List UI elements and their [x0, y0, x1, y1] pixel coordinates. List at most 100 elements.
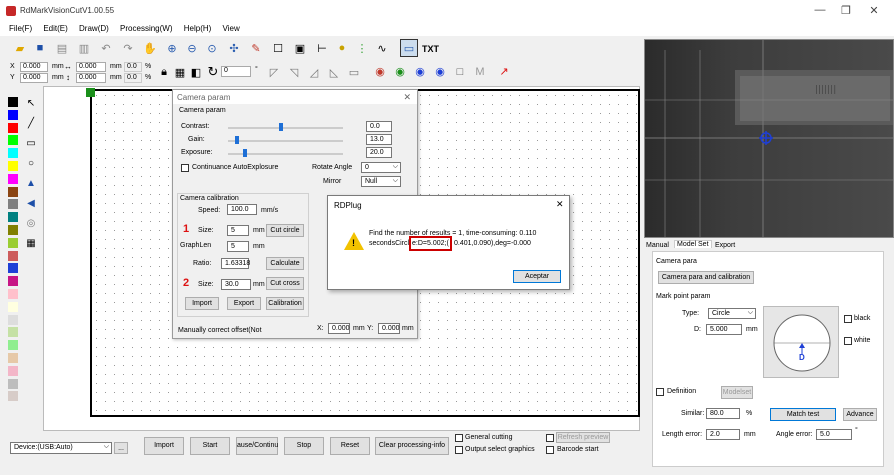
close-button[interactable]: ✕ — [864, 4, 884, 17]
export-icon[interactable]: ▥ — [76, 40, 92, 56]
white-checkbox[interactable] — [844, 337, 852, 345]
color-swatch[interactable] — [8, 160, 18, 171]
zoom-in-icon[interactable]: ⊕ — [164, 40, 180, 56]
exposure-slider-thumb[interactable] — [243, 149, 247, 157]
color-swatch[interactable] — [8, 148, 18, 159]
gain-slider-thumb[interactable] — [235, 136, 239, 144]
color-swatch[interactable] — [8, 340, 18, 351]
contrast-slider-thumb[interactable] — [279, 123, 283, 131]
rotate-angle-select[interactable]: 0 — [361, 162, 401, 173]
y-position-input[interactable]: 0.000 — [20, 73, 48, 83]
bulb-icon[interactable]: ● — [334, 40, 350, 56]
tab-export[interactable]: Export — [715, 242, 735, 249]
color-swatch[interactable] — [8, 365, 18, 376]
mark-red-icon[interactable]: ◉ — [372, 63, 388, 79]
cut-circle-button[interactable]: Cut circle — [266, 224, 304, 237]
rdplug-close-icon[interactable]: ✕ — [556, 199, 564, 210]
grid-icon[interactable]: ▦ — [172, 64, 188, 80]
ratio-input[interactable]: 1.63318 — [221, 258, 250, 269]
align-left-icon[interactable]: ◸ — [266, 64, 282, 80]
menu-view[interactable]: View — [223, 24, 240, 33]
mirror-icon[interactable]: ◧ — [188, 64, 204, 80]
align-right-icon[interactable]: ◹ — [286, 64, 302, 80]
gain-slider[interactable] — [228, 140, 343, 142]
rectangle-tool-icon[interactable]: ▭ — [24, 136, 38, 150]
split-icon[interactable]: ⋮ — [354, 40, 370, 56]
color-swatch[interactable] — [8, 263, 18, 274]
arrow-pen-icon[interactable]: ↗ — [496, 63, 512, 79]
color-swatch[interactable] — [8, 109, 18, 120]
align-bottom-icon[interactable]: ◺ — [326, 64, 342, 80]
redo-icon[interactable]: ↷ — [120, 40, 136, 56]
calculate-button[interactable]: Calculate — [266, 257, 304, 270]
color-swatch[interactable] — [8, 135, 18, 146]
pan-hand-icon[interactable]: ✋ — [142, 40, 158, 56]
size1-input[interactable]: 5 — [227, 225, 249, 236]
import-processing-button[interactable]: Import — [144, 437, 184, 455]
array-tool-icon[interactable]: ▦ — [24, 236, 38, 250]
offset-x-input[interactable]: 0.000 — [328, 323, 350, 334]
stop-button[interactable]: Stop — [284, 437, 324, 455]
color-swatch[interactable] — [8, 314, 18, 325]
color-swatch[interactable] — [8, 250, 18, 261]
save-icon[interactable]: ■ — [32, 40, 48, 56]
menu-draw[interactable]: Draw(D) — [79, 24, 109, 33]
import-button[interactable]: Import — [185, 297, 219, 310]
advance-button[interactable]: Advance — [843, 408, 877, 421]
similar-input[interactable]: 80.0 — [706, 408, 740, 419]
zoom-out-icon[interactable]: ⊖ — [184, 40, 200, 56]
color-swatch[interactable] — [8, 327, 18, 338]
start-button[interactable]: Start — [190, 437, 230, 455]
color-swatch[interactable] — [8, 237, 18, 248]
color-swatch[interactable] — [8, 173, 18, 184]
black-checkbox[interactable] — [844, 315, 852, 323]
aceptar-button[interactable]: Aceptar — [513, 270, 561, 283]
align-top-icon[interactable]: ◿ — [306, 64, 322, 80]
mirror-select[interactable]: Null — [361, 176, 401, 187]
open-folder-icon[interactable]: ▰ — [12, 40, 28, 56]
menu-file[interactable]: File(F) — [9, 24, 32, 33]
mark-blue-icon[interactable]: ◉ — [412, 63, 428, 79]
x-position-input[interactable]: 0.000 — [20, 62, 48, 72]
calibration-button[interactable]: Calibration — [266, 297, 304, 310]
height-input[interactable]: 0.000 — [76, 73, 106, 83]
camera-para-calibration-button[interactable]: Camera para and calibration — [658, 271, 754, 284]
txt-button[interactable]: TXT — [422, 44, 439, 54]
maximize-button[interactable]: ❐ — [836, 4, 856, 17]
align-icon[interactable]: ⊢ — [314, 40, 330, 56]
barcode-start-checkbox[interactable] — [546, 446, 554, 454]
target-tool-icon[interactable]: ◎ — [24, 216, 38, 230]
camera-view[interactable]: ||||||| — [644, 39, 894, 238]
offset-y-input[interactable]: 0.000 — [378, 323, 400, 334]
device-more-button[interactable]: ... — [114, 442, 128, 454]
square-icon[interactable]: □ — [452, 64, 468, 80]
polygon-tool-icon[interactable]: ▲ — [24, 176, 38, 190]
type-select[interactable]: Circle — [708, 308, 756, 319]
auto-exposure-checkbox[interactable] — [181, 164, 189, 172]
device-select[interactable]: Device:(USB:Auto) — [10, 442, 112, 454]
d-input[interactable]: 5.000 — [706, 324, 742, 335]
frame-icon[interactable]: ▣ — [292, 40, 308, 56]
pause-continue-button[interactable]: ause/Continu — [236, 437, 278, 455]
lock-icon[interactable]: 🔒︎ — [156, 64, 172, 80]
rotate-icon[interactable]: ↻ — [205, 64, 221, 80]
color-swatch[interactable] — [8, 97, 18, 107]
color-swatch[interactable] — [8, 212, 18, 223]
menu-help[interactable]: Help(H) — [184, 24, 212, 33]
cut-cross-button[interactable]: Cut cross — [266, 277, 304, 290]
color-swatch[interactable] — [8, 288, 18, 299]
scale-x-input[interactable]: 0.0 — [124, 62, 142, 72]
output-select-checkbox[interactable] — [455, 446, 463, 454]
tab-manual[interactable]: Manual — [646, 242, 669, 249]
undo-icon[interactable]: ↶ — [98, 40, 114, 56]
menu-edit[interactable]: Edit(E) — [43, 24, 67, 33]
color-swatch[interactable] — [8, 224, 18, 235]
color-swatch[interactable] — [8, 352, 18, 363]
refresh-preview-checkbox[interactable] — [546, 434, 554, 442]
tab-model-set[interactable]: Model Set — [674, 240, 712, 248]
color-swatch[interactable] — [8, 391, 18, 402]
contrast-input[interactable]: 0.0 — [366, 121, 392, 132]
mark-minus-icon[interactable]: ◉ — [432, 63, 448, 79]
size2-input[interactable]: 30.0 — [221, 279, 251, 290]
contrast-slider[interactable] — [228, 127, 343, 129]
